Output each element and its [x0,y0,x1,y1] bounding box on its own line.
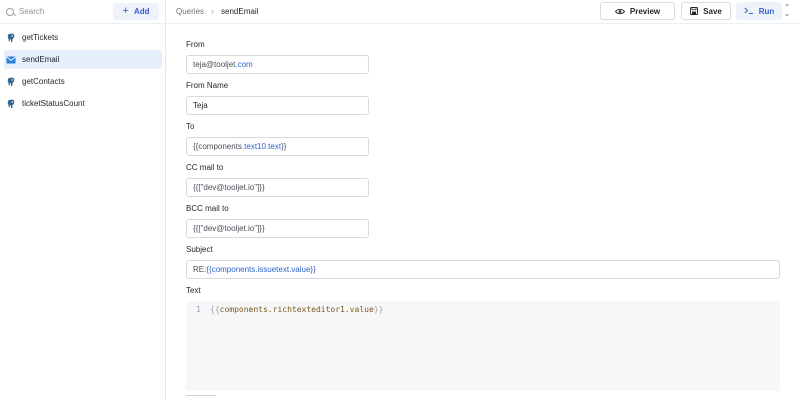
postgres-icon [7,33,15,42]
search-input[interactable]: Search [6,4,106,19]
query-item-label: getContacts [22,77,65,86]
to-value-open: {{components. [193,142,245,151]
from-name-field[interactable]: Teja [186,96,369,115]
from-name-value: Teja [193,101,208,110]
search-icon [6,7,14,16]
bcc-value: {{["dev@tooljet.io"]}} [193,224,265,233]
sidebar-toolbar: Search + Add [0,0,165,24]
subject-label: Subject [186,245,213,254]
code-expression: components.richtexteditor1.value [219,305,374,314]
query-editor-panel: Queries › sendEmail Preview Save Run ⌃ ⌄… [166,0,800,400]
query-item-label: ticketStatusCount [22,99,85,108]
floppy-disk-icon [690,7,699,15]
mail-icon [6,56,16,63]
cc-label: CC mail to [186,163,224,172]
cc-field[interactable]: {{["dev@tooljet.io"]}} [186,178,369,197]
from-name-label: From Name [186,81,229,90]
breadcrumb-current[interactable]: sendEmail [221,7,258,16]
postgres-icon [7,77,15,86]
chevron-up-down-icon[interactable]: ⌃ ⌄ [782,4,792,18]
query-sidebar: Search + Add getTickets sendEmail getCon… [0,0,166,400]
bcc-field[interactable]: {{["dev@tooljet.io"]}} [186,219,369,238]
editor-header: Queries › sendEmail Preview Save Run ⌃ ⌄ [166,0,800,24]
to-value-close: }} [281,142,287,151]
query-item-getcontacts[interactable]: getContacts [4,72,162,91]
line-number: 1 [196,305,201,314]
query-item-label: getTickets [22,33,59,42]
preview-label: Preview [629,6,661,16]
add-query-button[interactable]: + Add [113,3,159,20]
code-close-braces: }} [373,305,384,314]
search-placeholder: Search [19,7,45,16]
preview-button[interactable]: Preview [600,2,675,20]
run-button[interactable]: Run [736,2,782,20]
subject-prefix: RE: [193,265,207,274]
subject-expression: {{components.issuetext.value}} [206,265,316,274]
to-field[interactable]: {{components. text10.text}} [186,137,369,156]
plus-icon: + [122,5,129,17]
from-value-tld: .com [235,60,253,69]
from-label: From [186,40,205,49]
breadcrumb-root[interactable]: Queries [176,7,204,16]
run-label: Run [758,6,775,16]
from-field[interactable]: teja@tooljet .com [186,55,369,74]
query-item-sendemail[interactable]: sendEmail [4,50,162,69]
query-list: getTickets sendEmail getContacts ticketS… [0,28,166,116]
save-button[interactable]: Save [681,2,731,20]
next-field-divider [186,395,216,400]
subject-field[interactable]: RE: {{components.issuetext.value}} [186,260,780,279]
text-code-editor[interactable]: 1 {{components.richtexteditor1.value}} [186,301,780,391]
app-window: Search + Add getTickets sendEmail getCon… [0,0,800,400]
chevron-right-icon: › [211,6,215,16]
from-value-user: teja@tooljet [193,60,236,69]
terminal-icon [744,7,753,14]
query-item-ticketstatuscount[interactable]: ticketStatusCount [4,94,162,113]
query-item-label: sendEmail [22,55,60,64]
to-label: To [186,122,195,131]
query-item-gettickets[interactable]: getTickets [4,28,162,47]
text-label: Text [186,286,201,295]
cc-value: {{["dev@tooljet.io"]}} [193,183,265,192]
bcc-label: BCC mail to [186,204,229,213]
eye-icon [614,8,625,14]
code-open-braces: {{ [210,305,220,314]
to-value-mid: text10.text [244,142,282,151]
code-line: {{components.richtexteditor1.value}} [210,305,383,314]
add-button-label: Add [133,7,150,16]
postgres-icon [7,99,15,108]
save-label: Save [703,6,722,16]
breadcrumb: Queries › sendEmail [176,6,258,16]
